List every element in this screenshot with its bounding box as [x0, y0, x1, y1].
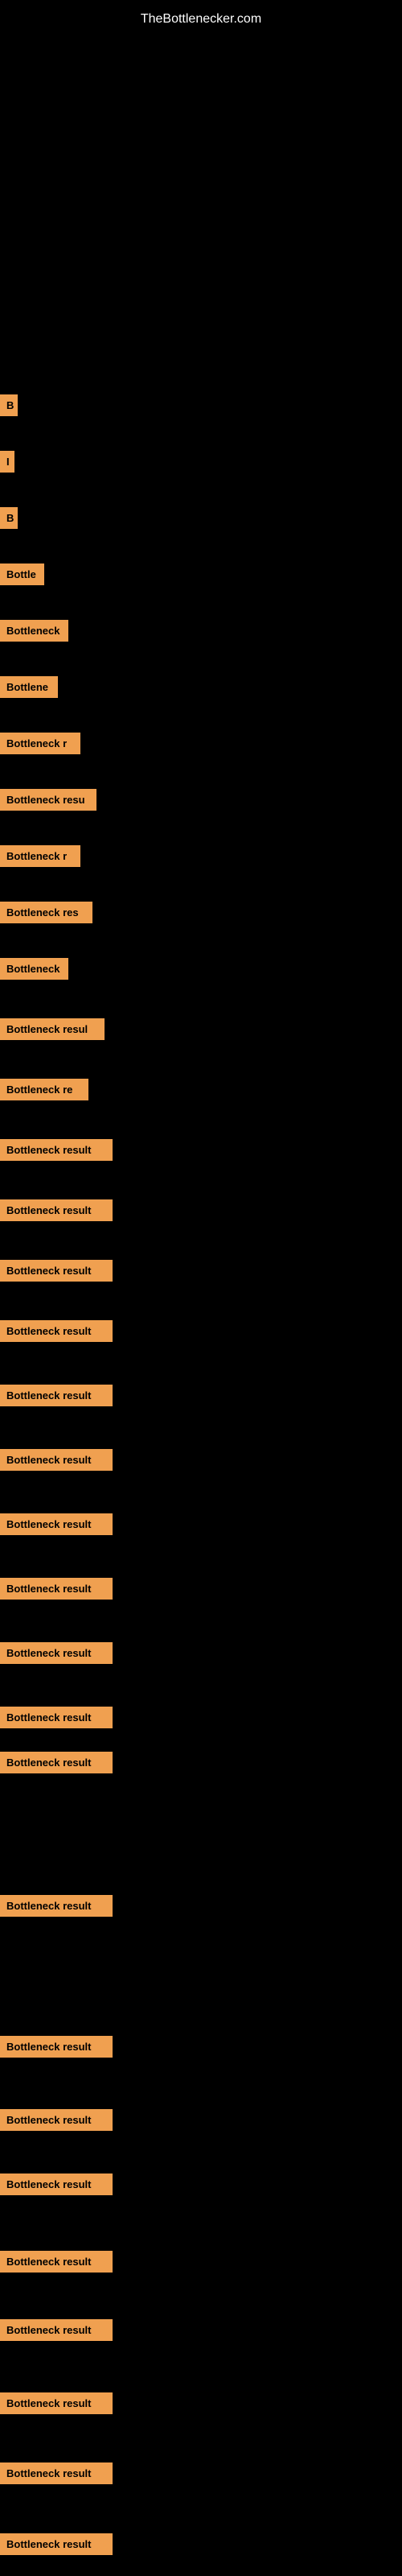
bottleneck-result-item: Bottleneck result — [0, 2319, 113, 2341]
bottleneck-result-item: Bottleneck r — [0, 845, 80, 867]
bottleneck-result-item: B — [0, 507, 18, 529]
bottleneck-result-item: Bottleneck result — [0, 2462, 113, 2484]
bottleneck-result-item: Bottleneck result — [0, 1707, 113, 1728]
bottleneck-result-item: Bottleneck result — [0, 1513, 113, 1535]
bottleneck-result-item: Bottleneck result — [0, 1139, 113, 1161]
bottleneck-result-item: B — [0, 394, 18, 416]
bottleneck-result-item: Bottleneck result — [0, 1199, 113, 1221]
bottleneck-result-item: Bottleneck result — [0, 1895, 113, 1917]
bottleneck-result-item: Bottleneck result — [0, 1642, 113, 1664]
bottleneck-result-item: Bottleneck result — [0, 1449, 113, 1471]
bottleneck-result-item: Bottleneck re — [0, 1079, 88, 1100]
bottleneck-result-item: Bottleneck — [0, 958, 68, 980]
bottleneck-result-item: Bottleneck result — [0, 1260, 113, 1282]
bottleneck-result-item: Bottleneck result — [0, 2251, 113, 2273]
bottleneck-result-item: Bottleneck result — [0, 2036, 113, 2058]
bottleneck-result-item: Bottleneck resul — [0, 1018, 105, 1040]
bottleneck-result-item: Bottleneck result — [0, 2174, 113, 2195]
bottleneck-result-item: Bottleneck r — [0, 733, 80, 754]
bottleneck-result-item: Bottlene — [0, 676, 58, 698]
bottleneck-result-item: Bottleneck resu — [0, 789, 96, 811]
bottleneck-result-item: Bottleneck result — [0, 2392, 113, 2414]
bottleneck-result-item: I — [0, 451, 14, 473]
bottleneck-result-item: Bottleneck result — [0, 1320, 113, 1342]
bottleneck-result-item: Bottle — [0, 564, 44, 585]
bottleneck-result-item: Bottleneck result — [0, 1385, 113, 1406]
bottleneck-result-item: Bottleneck — [0, 620, 68, 642]
bottleneck-result-item: Bottleneck result — [0, 1578, 113, 1600]
bottleneck-result-item: Bottleneck result — [0, 1752, 113, 1773]
bottleneck-result-item: Bottleneck res — [0, 902, 92, 923]
site-title: TheBottlenecker.com — [0, 4, 402, 35]
bottleneck-result-item: Bottleneck result — [0, 2533, 113, 2555]
bottleneck-result-item: Bottleneck result — [0, 2109, 113, 2131]
